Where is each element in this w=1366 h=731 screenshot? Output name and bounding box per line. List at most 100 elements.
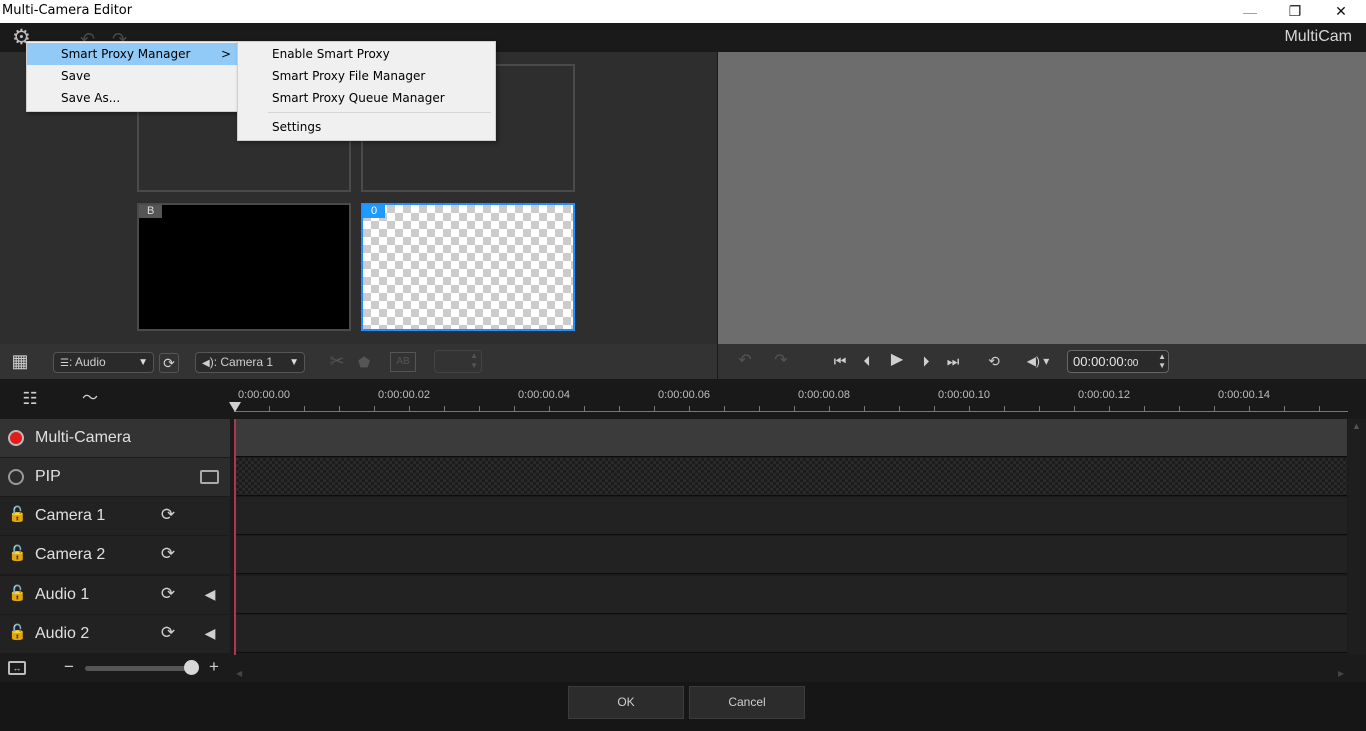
ruler-tick xyxy=(864,406,865,411)
zoom-slider[interactable] xyxy=(85,666,192,671)
menu-item-smart-proxy-queue-manager[interactable]: Smart Proxy Queue Manager xyxy=(238,87,495,109)
loop-icon[interactable]: ⟲ xyxy=(985,353,1003,369)
audio-waveform-icon[interactable]: 〜 xyxy=(78,391,102,407)
volume-icon[interactable]: ◀) ▾ xyxy=(1022,353,1054,369)
rotate-left-icon[interactable]: ↶ xyxy=(734,353,756,369)
chevron-down-icon: ▼ xyxy=(289,357,299,368)
timecode-frames: 00 xyxy=(1127,358,1139,369)
ruler-tick xyxy=(409,406,410,411)
sync-icon[interactable]: ⟳ xyxy=(158,624,178,641)
track-lane-camera-1[interactable] xyxy=(236,497,1347,535)
rotate-right-icon[interactable]: ↷ xyxy=(770,353,792,369)
sync-source-dropdown[interactable]: ☰: Audio ▼ xyxy=(53,352,154,373)
track-area: Multi-Camera PIP 🔓 Camera 1 ⟳ 🔓 Camera 2… xyxy=(0,419,1366,655)
track-lane-camera-2[interactable] xyxy=(236,536,1347,574)
track-label: Audio 1 xyxy=(35,586,90,603)
track-lane-pip[interactable] xyxy=(236,458,1347,496)
track-header-multi-camera[interactable]: Multi-Camera xyxy=(0,419,230,457)
playback-controls-bar: ↶ ↷ ⏮ ⏴ ▶ ⏵ ⏭ ⟲ ◀) ▾ 00:00:00:00 ▲ ▼ xyxy=(718,344,1366,379)
go-to-end-icon[interactable]: ⏭ xyxy=(945,353,961,369)
ruler-tick xyxy=(549,406,550,411)
menu-item-settings[interactable]: Settings xyxy=(238,116,495,138)
ruler-label: 0:00:00.00 xyxy=(238,389,290,401)
menu-item-save-as[interactable]: Save As... xyxy=(27,87,237,109)
zoom-slider-knob[interactable] xyxy=(184,660,199,675)
ruler-label: 0:00:00.04 xyxy=(518,389,570,401)
vertical-scrollbar[interactable]: ▲ ▼ xyxy=(1348,419,1366,677)
track-header-pip[interactable]: PIP xyxy=(0,458,230,496)
ruler-tick xyxy=(479,406,480,411)
sync-icon[interactable]: ⟳ xyxy=(158,585,178,602)
playhead-handle[interactable] xyxy=(229,402,241,412)
app-brand: MultiCam xyxy=(1284,28,1352,45)
go-to-start-icon[interactable]: ⏮ xyxy=(832,353,848,369)
camera-slot-b[interactable]: B xyxy=(137,203,351,331)
unlock-icon[interactable]: 🔓 xyxy=(8,507,27,523)
speaker-icon[interactable]: ◀ xyxy=(202,586,218,602)
sync-icon[interactable]: ⟳ xyxy=(158,506,178,523)
camera-slot-0-selected[interactable]: 0 xyxy=(361,203,575,331)
ruler-tick xyxy=(689,406,690,411)
ruler-tick xyxy=(304,406,305,411)
timecode-stepper[interactable]: ▲ ▼ xyxy=(1158,352,1166,370)
fit-timeline-icon[interactable]: ↔ xyxy=(8,661,26,675)
ruler-tick xyxy=(1144,406,1145,411)
sync-icon[interactable]: ⟳ xyxy=(158,545,178,562)
menu-separator xyxy=(268,112,491,113)
marker-icon[interactable]: ⬟ xyxy=(358,354,370,370)
timeline-ruler[interactable]: ☷ 〜 0:00:00.00 0:00:00.02 0:00:00.04 0:0… xyxy=(0,379,1366,419)
timeline-zoom-row: ↔ − + ◀ ▶ xyxy=(0,655,1366,682)
scroll-up-icon[interactable]: ▲ xyxy=(1352,421,1361,431)
track-lane-audio-1[interactable] xyxy=(236,576,1347,614)
track-lane-multi-camera[interactable] xyxy=(236,419,1347,457)
ruler-tick xyxy=(759,406,760,411)
dialog-footer: OK Cancel xyxy=(0,682,1366,731)
zoom-in-button[interactable]: + xyxy=(207,658,221,675)
menu-item-smart-proxy-manager[interactable]: Smart Proxy Manager > xyxy=(27,43,237,65)
ruler-tick xyxy=(724,406,725,411)
ruler-label: 0:00:00.06 xyxy=(658,389,710,401)
audio-source-dropdown[interactable]: ◀): Camera 1 ▼ xyxy=(195,352,305,373)
previous-frame-icon[interactable]: ⏴ xyxy=(859,353,875,369)
ruler-label: 0:00:00.08 xyxy=(798,389,850,401)
track-header-camera-1[interactable]: 🔓 Camera 1 ⟳ xyxy=(0,497,230,535)
cancel-button[interactable]: Cancel xyxy=(689,686,805,719)
zoom-out-button[interactable]: − xyxy=(62,658,76,675)
value-stepper[interactable]: ▲ ▼ xyxy=(434,350,482,373)
ruler-tick xyxy=(514,406,515,411)
ok-button[interactable]: OK xyxy=(568,686,684,719)
playhead-line[interactable] xyxy=(234,419,236,655)
record-dot-icon[interactable] xyxy=(8,430,24,446)
play-icon[interactable]: ▶ xyxy=(888,352,906,368)
circle-icon[interactable] xyxy=(8,469,24,485)
track-header-camera-2[interactable]: 🔓 Camera 2 ⟳ xyxy=(0,536,230,574)
next-frame-icon[interactable]: ⏵ xyxy=(918,353,934,369)
ruler-tick xyxy=(1039,406,1040,411)
restore-button[interactable]: ❐ xyxy=(1272,0,1318,23)
ruler-tick xyxy=(969,406,970,411)
timecode-field[interactable]: 00:00:00:00 ▲ ▼ xyxy=(1067,350,1169,373)
camera-tag: B xyxy=(139,205,163,218)
menu-item-save[interactable]: Save xyxy=(27,65,237,87)
speaker-icon[interactable]: ◀ xyxy=(202,625,218,641)
smart-proxy-submenu: Enable Smart Proxy Smart Proxy File Mana… xyxy=(237,41,496,141)
unlock-icon[interactable]: 🔓 xyxy=(8,586,27,602)
menu-item-enable-smart-proxy[interactable]: Enable Smart Proxy xyxy=(238,43,495,65)
track-lane-audio-2[interactable] xyxy=(236,615,1347,653)
title-overlay-icon[interactable]: AB xyxy=(390,352,416,372)
scissors-icon[interactable]: ✂ xyxy=(328,352,346,370)
audio-source-value: Camera 1 xyxy=(220,355,274,369)
menu-item-smart-proxy-file-manager[interactable]: Smart Proxy File Manager xyxy=(238,65,495,87)
track-header-audio-2[interactable]: 🔓 Audio 2 ⟳ ◀ xyxy=(0,615,230,653)
unlock-icon[interactable]: 🔓 xyxy=(8,546,27,562)
minimize-button[interactable]: — xyxy=(1227,0,1273,23)
add-track-icon[interactable]: ☷ xyxy=(18,390,42,407)
scroll-right-icon[interactable]: ▶ xyxy=(1338,669,1344,678)
pip-settings-icon[interactable] xyxy=(200,470,219,484)
grid-layout-icon[interactable]: ▦ xyxy=(9,352,31,373)
sync-refresh-button[interactable]: ⟳ xyxy=(159,353,179,373)
unlock-icon[interactable]: 🔓 xyxy=(8,625,27,641)
track-header-audio-1[interactable]: 🔓 Audio 1 ⟳ ◀ xyxy=(0,576,230,614)
close-button[interactable]: ✕ xyxy=(1318,0,1364,23)
scroll-left-icon[interactable]: ◀ xyxy=(236,669,242,678)
